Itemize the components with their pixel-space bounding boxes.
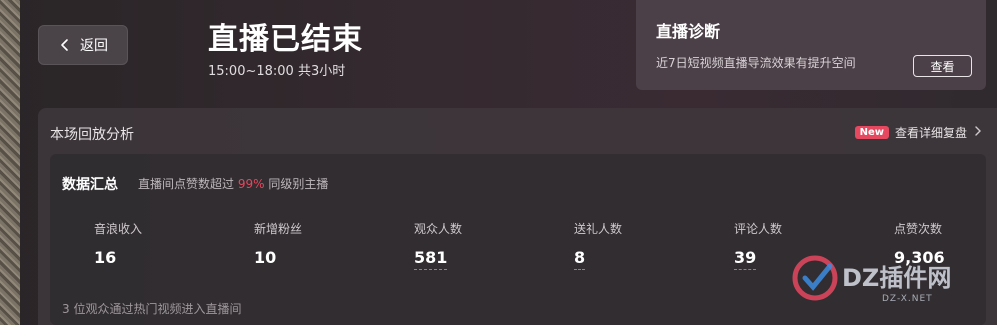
metric-value: 8 [574,248,586,270]
detailed-review-link[interactable]: New 查看详细复盘 [854,124,983,141]
metric-viewers[interactable]: 观众人数 581 [414,220,462,270]
page-title: 直播已结束 [208,22,363,57]
chevron-left-icon [58,38,72,52]
new-badge: New [854,126,889,139]
diagnosis-view-button[interactable]: 查看 [913,55,972,77]
analysis-title: 本场回放分析 [50,127,134,143]
metric-label: 新增粉丝 [254,222,303,236]
back-label: 返回 [80,38,108,54]
summary-subtitle: 直播间点赞数超过 99% 同级别主播 [138,175,328,192]
summary-sub-prefix: 直播间点赞数超过 [138,177,235,191]
summary-title: 数据汇总 [62,177,118,193]
metric-new-fans: 新增粉丝 10 [254,220,302,267]
metric-value: 10 [254,248,277,267]
metric-sound-wave-income: 音浪收入 16 [94,220,142,267]
watermark-text: DZ插件网 [842,264,952,292]
diagnosis-card: 直播诊断 近7日短视频直播导流效果有提升空间 查看 [636,0,986,90]
metric-value: 16 [94,248,117,267]
detailed-review-label: 查看详细复盘 [894,126,967,140]
summary-percent: 99% [237,177,265,191]
summary-sub-suffix: 同级别主播 [268,177,329,191]
live-time-range: 15:00~18:00 共3小时 [208,64,346,79]
summary-footnote: 3 位观众通过热门视频进入直播间 [62,302,242,316]
chevron-right-icon [973,125,983,140]
metric-label: 观众人数 [414,222,463,236]
metric-label: 点赞次数 [894,222,943,236]
metric-value: 581 [414,248,448,270]
metric-label: 音浪收入 [94,222,143,236]
back-button[interactable]: 返回 [38,25,128,65]
background-texture [0,0,20,325]
watermark-subtext: DZ-X.NET [882,294,933,304]
metric-gift-senders[interactable]: 送礼人数 8 [574,220,622,270]
watermark-logo: DZ插件网 DZ-X.NET [790,244,990,314]
watermark-check-icon [792,255,838,301]
metric-label: 评论人数 [734,222,783,236]
metric-commenters[interactable]: 评论人数 39 [734,220,782,270]
metric-value: 39 [734,248,757,270]
metric-label: 送礼人数 [574,222,623,236]
diagnosis-title: 直播诊断 [656,22,721,41]
